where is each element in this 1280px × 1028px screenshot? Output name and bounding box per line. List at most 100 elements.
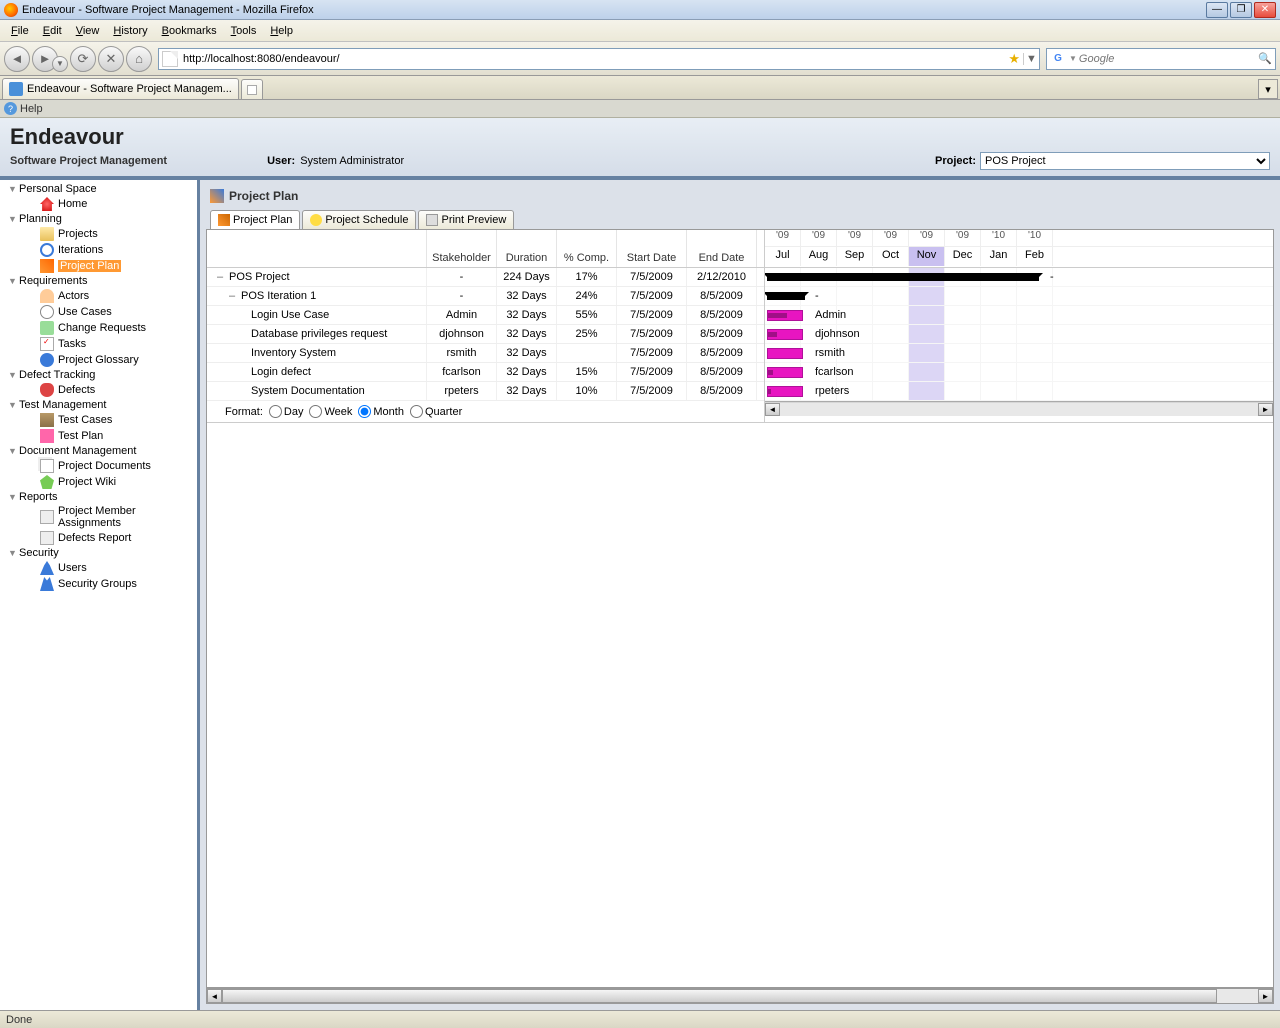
gantt-label: rpeters [815,385,849,397]
tree-item-project-documents[interactable]: Project Documents [0,458,197,474]
gantt-bar[interactable] [767,329,803,340]
gantt-bar[interactable] [767,386,803,397]
change-request-icon [40,321,54,335]
scroll-left-button[interactable]: ◄ [207,989,222,1003]
tree-item-member-assignments[interactable]: Project Member Assignments [0,504,197,530]
tab-project-schedule[interactable]: Project Schedule [302,210,416,229]
search-bar[interactable]: G ▼ 🔍 [1046,48,1276,70]
tree-item-tasks[interactable]: Tasks [0,336,197,352]
back-button[interactable]: ◄ [4,46,30,72]
tree-item-users[interactable]: Users [0,560,197,576]
tree-item-home[interactable]: Home [0,196,197,212]
tree-item-test-cases[interactable]: Test Cases [0,412,197,428]
url-dropdown-icon[interactable]: ▼ [1023,53,1039,65]
tree-item-actors[interactable]: Actors [0,288,197,304]
tree-group-defect-tracking[interactable]: ▼Defect Tracking [0,368,197,382]
menu-bookmarks[interactable]: Bookmarks [155,23,224,39]
task-icon [40,337,54,351]
url-input[interactable] [181,53,1005,65]
browser-tab[interactable]: Endeavour - Software Project Managem... [2,78,239,99]
new-tab-button[interactable] [241,79,263,99]
grid-row[interactable]: –POS Iteration 1 - 32 Days 24% 7/5/2009 … [207,287,764,306]
tree-group-security[interactable]: ▼Security [0,546,197,560]
scroll-left-button[interactable]: ◄ [765,403,780,416]
tree-item-security-groups[interactable]: Security Groups [0,576,197,592]
col-stakeholder[interactable]: Stakeholder [427,230,497,267]
tree-group-planning[interactable]: ▼Planning [0,212,197,226]
grid-row[interactable]: Inventory System rsmith 32 Days 7/5/2009… [207,344,764,363]
tab-list-button[interactable]: ▾ [1258,79,1278,99]
tree-item-project-plan[interactable]: Project Plan [0,258,197,274]
tree-item-projects[interactable]: Projects [0,226,197,242]
grid-row[interactable]: Login defect fcarlson 32 Days 15% 7/5/20… [207,363,764,382]
tree-item-defects-report[interactable]: Defects Report [0,530,197,546]
maximize-button[interactable]: ❐ [1230,2,1252,18]
bookmark-star-icon[interactable]: ★ [1008,51,1020,67]
content-area: Project Plan Project Plan Project Schedu… [200,180,1280,1010]
google-icon[interactable]: G [1050,51,1066,67]
tree-group-reports[interactable]: ▼Reports [0,490,197,504]
tree-item-project-wiki[interactable]: Project Wiki [0,474,197,490]
menu-tools[interactable]: Tools [224,23,264,39]
tree-item-defects[interactable]: Defects [0,382,197,398]
home-button[interactable]: ⌂ [126,46,152,72]
gantt-bar[interactable] [767,348,803,359]
project-select[interactable]: POS Project [980,152,1270,170]
user-value: System Administrator [300,155,404,167]
col-duration[interactable]: Duration [497,230,557,267]
stop-button[interactable]: ✕ [98,46,124,72]
gantt-scrollbar[interactable]: ◄ ► [765,401,1273,416]
menu-file[interactable]: File [4,23,36,39]
tree-group-personal[interactable]: ▼Personal Space [0,182,197,196]
scroll-right-button[interactable]: ► [1258,989,1273,1003]
tree-item-use-cases[interactable]: Use Cases [0,304,197,320]
gantt-label: Admin [815,309,846,321]
content-tabs: Project Plan Project Schedule Print Prev… [206,210,1274,229]
url-bar[interactable]: ★ ▼ [158,48,1040,70]
history-dropdown-button[interactable]: ▼ [52,56,68,72]
grid-row[interactable]: Login Use Case Admin 32 Days 55% 7/5/200… [207,306,764,325]
use-case-icon [40,305,54,319]
tree-group-document-management[interactable]: ▼Document Management [0,444,197,458]
tree-item-change-requests[interactable]: Change Requests [0,320,197,336]
scroll-right-button[interactable]: ► [1258,403,1273,416]
format-month[interactable]: Month [358,405,404,418]
reload-button[interactable]: ⟳ [70,46,96,72]
tree-group-requirements[interactable]: ▼Requirements [0,274,197,288]
tree-group-test-management[interactable]: ▼Test Management [0,398,197,412]
sidebar: ▼Personal Space Home ▼Planning Projects … [0,180,200,1010]
firefox-icon [4,3,18,17]
app-header: Endeavour Software Project Management Us… [0,118,1280,178]
tab-print-preview[interactable]: Print Preview [418,210,514,229]
menu-history[interactable]: History [106,23,154,39]
gantt-bar[interactable] [767,367,803,378]
tree-item-iterations[interactable]: Iterations [0,242,197,258]
grid-row[interactable]: System Documentation rpeters 32 Days 10%… [207,382,764,401]
format-week[interactable]: Week [309,405,352,418]
tree-item-glossary[interactable]: Project Glossary [0,352,197,368]
gantt-bar[interactable] [767,292,805,300]
menu-edit[interactable]: Edit [36,23,69,39]
help-label[interactable]: Help [20,103,43,115]
col-end-date[interactable]: End Date [687,230,757,267]
close-button[interactable]: ✕ [1254,2,1276,18]
gantt-bar[interactable] [767,310,803,321]
menu-view[interactable]: View [69,23,107,39]
col-start-date[interactable]: Start Date [617,230,687,267]
help-icon[interactable]: ? [4,102,17,115]
tab-project-plan[interactable]: Project Plan [210,210,300,230]
gantt-bar[interactable] [767,273,1039,281]
minimize-button[interactable]: — [1206,2,1228,18]
content-scrollbar[interactable]: ◄ ► [206,988,1274,1004]
grid-row[interactable]: –POS Project - 224 Days 17% 7/5/2009 2/1… [207,268,764,287]
col-complete[interactable]: % Comp. [557,230,617,267]
search-input[interactable] [1079,53,1255,65]
search-icon[interactable]: 🔍 [1255,52,1275,65]
grid-row[interactable]: Database privileges request djohnson 32 … [207,325,764,344]
format-quarter[interactable]: Quarter [410,405,462,418]
scroll-thumb[interactable] [222,989,1217,1003]
app-title: Endeavour [10,124,1270,150]
format-day[interactable]: Day [269,405,304,418]
menu-help[interactable]: Help [263,23,300,39]
tree-item-test-plan[interactable]: Test Plan [0,428,197,444]
